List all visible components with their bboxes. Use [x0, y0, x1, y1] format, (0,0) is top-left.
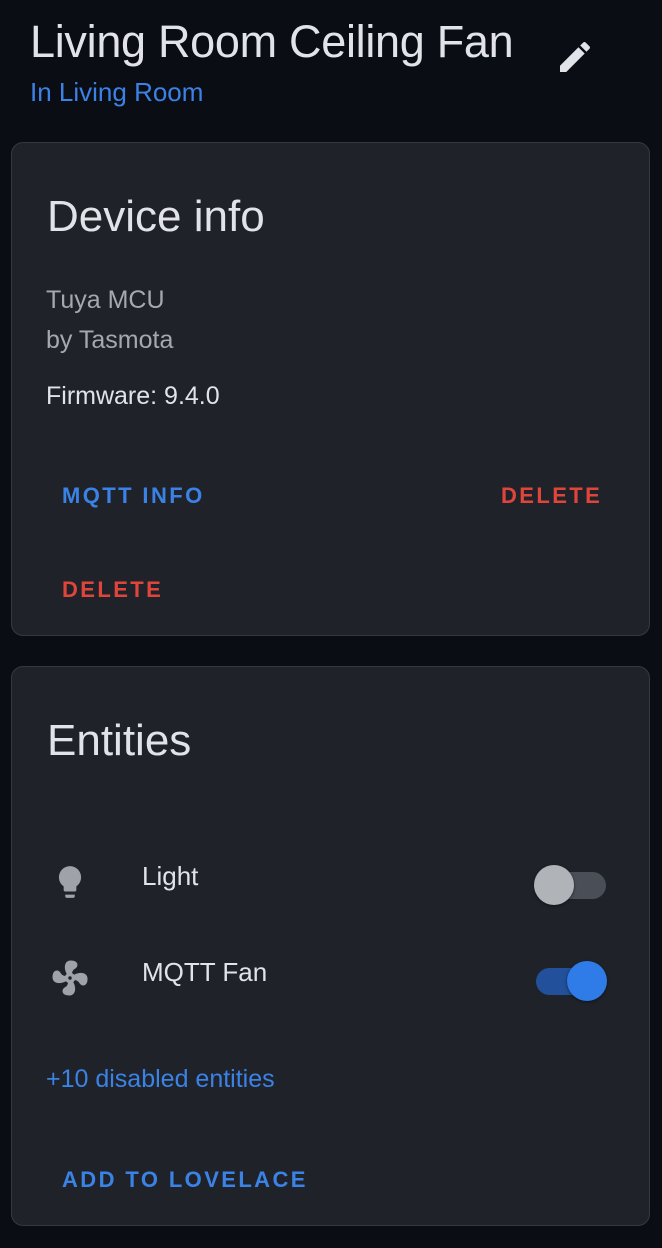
device-header: Living Room Ceiling Fan In Living Room	[30, 14, 630, 114]
toggle-knob	[534, 865, 574, 905]
entity-label-light: Light	[142, 861, 199, 891]
page-title: Living Room Ceiling Fan	[30, 16, 514, 67]
light-toggle[interactable]	[532, 863, 608, 905]
add-to-lovelace-button[interactable]: ADD TO LOVELACE	[62, 1165, 308, 1195]
device-firmware: Firmware: 9.4.0	[46, 382, 220, 410]
area-link[interactable]: In Living Room	[30, 76, 203, 108]
device-info-title: Device info	[47, 192, 265, 241]
device-info-card: Device info Tuya MCU by Tasmota Firmware…	[11, 142, 650, 636]
delete-button-secondary[interactable]: DELETE	[62, 575, 163, 605]
entities-title: Entities	[47, 716, 192, 765]
disabled-entities-link[interactable]: +10 disabled entities	[46, 1063, 275, 1095]
pencil-icon	[555, 37, 595, 82]
entity-label-mqtt-fan: MQTT Fan	[142, 957, 268, 987]
device-model: Tuya MCU	[46, 286, 165, 314]
entity-row-mqtt-fan[interactable]: MQTT Fan	[12, 937, 649, 1007]
mqtt-fan-toggle[interactable]	[532, 959, 608, 1001]
entities-card: Entities Light MQTT Fan +10 disabled ent…	[11, 666, 650, 1226]
mqtt-info-button[interactable]: MQTT INFO	[62, 481, 205, 511]
fan-icon	[46, 954, 94, 1002]
lightbulb-icon	[46, 858, 94, 906]
edit-button[interactable]	[550, 34, 600, 84]
device-manufacturer: by Tasmota	[46, 326, 174, 354]
toggle-knob	[567, 961, 607, 1001]
delete-button[interactable]: DELETE	[501, 481, 602, 511]
entity-row-light[interactable]: Light	[12, 841, 649, 911]
